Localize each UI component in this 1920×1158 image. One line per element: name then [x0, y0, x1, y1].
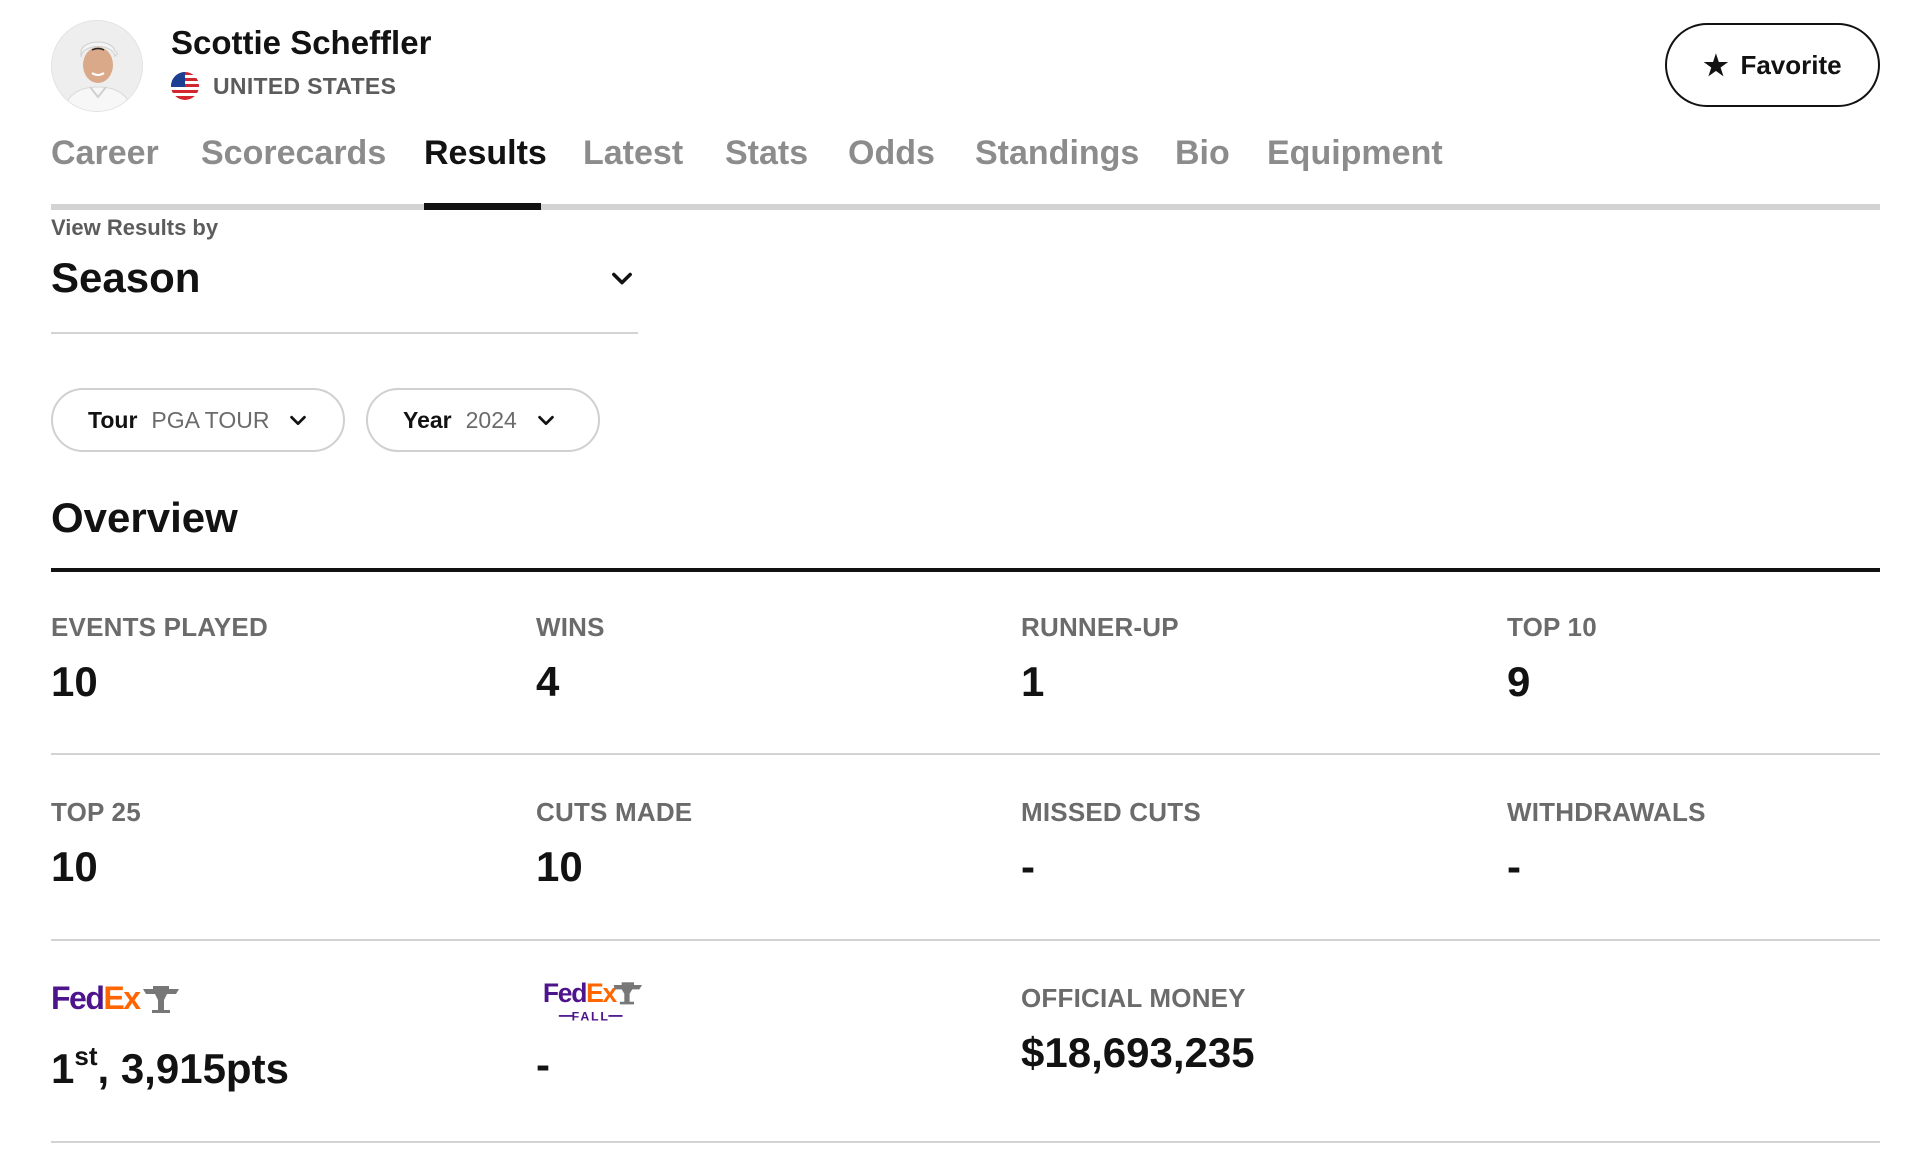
stat-value: 9	[1507, 658, 1531, 705]
stat-label: TOP 10	[1507, 612, 1597, 642]
stat-label: CUTS MADE	[536, 797, 693, 827]
stat-label: EVENTS PLAYED	[51, 612, 268, 642]
favorite-button[interactable]: ★ Favorite	[1665, 23, 1880, 107]
fedex-cup-rank-suffix: st	[74, 1041, 98, 1071]
stat-label: WITHDRAWALS	[1507, 797, 1706, 827]
stat-label: RUNNER-UP	[1021, 612, 1179, 642]
view-results-label: View Results by	[51, 215, 219, 240]
overview-title: Overview	[51, 494, 238, 541]
tab-bio[interactable]: Bio	[1175, 134, 1230, 173]
svg-text:FALL: FALL	[572, 1009, 610, 1023]
tab-stats[interactable]: Stats	[725, 134, 808, 173]
stats-row: FedEx 1st, 3,915pts FedEx FALL - OFFICIA	[51, 943, 1880, 1143]
year-filter-value: 2024	[465, 406, 517, 433]
chevron-down-icon	[612, 272, 632, 285]
stats-row: EVENTS PLAYED 10 WINS 4 RUNNER-UP 1 TOP …	[51, 572, 1880, 755]
player-avatar	[51, 20, 143, 112]
fedex-cup-rank: 1	[51, 1045, 75, 1092]
svg-text:FedEx: FedEx	[543, 978, 618, 1008]
favorite-label: Favorite	[1740, 49, 1842, 80]
stat-label: OFFICIAL MONEY	[1021, 983, 1246, 1013]
tabs-divider	[51, 204, 1880, 210]
active-tab-indicator	[424, 203, 541, 210]
stat-value: -	[1507, 843, 1521, 890]
tab-results[interactable]: Results	[424, 134, 547, 173]
fedex-logo-ex: Ex	[103, 980, 141, 1016]
tour-filter-value: PGA TOUR	[151, 406, 270, 433]
fedex-fall-value: -	[536, 1041, 550, 1088]
chevron-down-icon	[537, 415, 554, 426]
player-name: Scottie Scheffler	[171, 24, 432, 61]
stat-value: 10	[536, 843, 583, 890]
stat-value: -	[1021, 843, 1035, 890]
stat-value: 4	[536, 658, 560, 705]
view-results-select[interactable]: Season	[51, 248, 638, 334]
svg-text:FedEx: FedEx	[51, 980, 141, 1016]
player-tabs: Career Scorecards Results Latest Stats O…	[51, 132, 1880, 210]
stat-label: TOP 25	[51, 797, 141, 827]
tab-odds[interactable]: Odds	[848, 134, 935, 173]
stat-value: 10	[51, 658, 98, 705]
fedex-cup-standing: 1st, 3,915pts	[51, 1041, 289, 1093]
player-country: UNITED STATES	[213, 72, 397, 99]
tour-filter-dropdown[interactable]: Tour PGA TOUR	[51, 388, 345, 452]
year-filter-label: Year	[403, 406, 452, 433]
star-icon: ★	[1703, 49, 1729, 81]
us-flag-icon	[171, 72, 199, 100]
tab-career[interactable]: Career	[51, 134, 159, 173]
stat-label: MISSED CUTS	[1021, 797, 1201, 827]
view-results-value: Season	[51, 254, 201, 301]
fedex-logo-fed: Fed	[51, 980, 103, 1016]
player-photo-icon	[52, 21, 142, 111]
tab-standings[interactable]: Standings	[975, 134, 1139, 173]
stat-label: WINS	[536, 612, 605, 642]
tour-filter-label: Tour	[88, 406, 138, 433]
fedex-cup-points: , 3,915pts	[97, 1045, 289, 1092]
chevron-down-icon	[290, 415, 307, 426]
stats-row: TOP 25 10 CUTS MADE 10 MISSED CUTS - WIT…	[51, 757, 1880, 941]
stat-value: 10	[51, 843, 98, 890]
stat-value: 1	[1021, 658, 1045, 705]
tab-latest[interactable]: Latest	[583, 134, 683, 173]
year-filter-dropdown[interactable]: Year 2024	[366, 388, 600, 452]
tab-scorecards[interactable]: Scorecards	[201, 134, 386, 173]
player-header: Scottie Scheffler UNITED STATES ★ Favori…	[51, 20, 1880, 112]
country-row: UNITED STATES	[171, 70, 396, 102]
tab-equipment[interactable]: Equipment	[1267, 134, 1443, 173]
fedex-cup-logo: FedEx	[51, 980, 179, 1016]
trophy-icon	[613, 982, 642, 1005]
trophy-icon	[143, 986, 179, 1013]
stat-value: $18,693,235	[1021, 1029, 1255, 1076]
fedex-fall-logo: FedEx FALL	[543, 978, 642, 1023]
